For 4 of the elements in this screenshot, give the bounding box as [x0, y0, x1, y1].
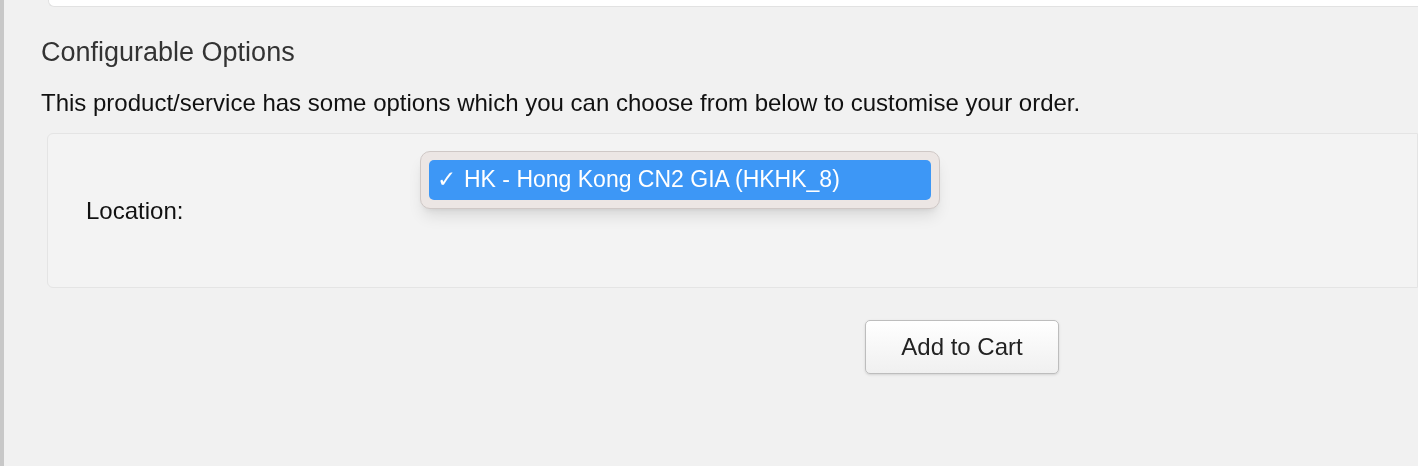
section-title: Configurable Options — [41, 36, 296, 69]
option-label: Location: — [86, 195, 184, 226]
add-to-cart-button[interactable]: Add to Cart — [865, 320, 1059, 374]
section-description: This product/service has some options which you can choose from below to customise your order. — [41, 88, 1082, 118]
